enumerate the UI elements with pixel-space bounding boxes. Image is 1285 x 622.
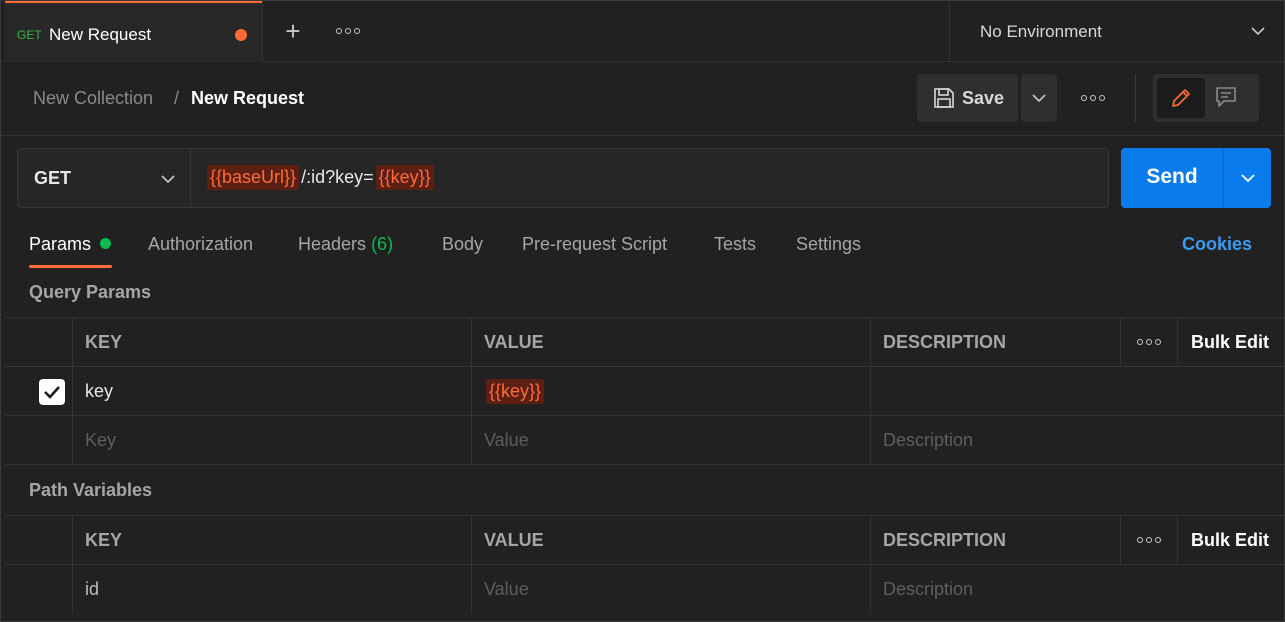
column-value: VALUE bbox=[471, 318, 871, 367]
breadcrumb-collection[interactable]: New Collection bbox=[33, 88, 153, 109]
header-divider bbox=[1135, 74, 1136, 122]
new-param-value-field[interactable]: Value bbox=[471, 416, 871, 465]
tab-headers-label: Headers bbox=[298, 234, 367, 254]
send-options-button[interactable] bbox=[1223, 148, 1271, 208]
placeholder-description: Description bbox=[883, 579, 974, 599]
param-value-variable: {{key}} bbox=[486, 379, 545, 404]
param-value-cell[interactable]: {{key}} bbox=[471, 367, 871, 416]
column-key-label: KEY bbox=[85, 332, 123, 352]
chevron-down-icon bbox=[1251, 27, 1265, 36]
url-variable[interactable]: {{baseUrl}} bbox=[207, 165, 300, 190]
method-label: GET bbox=[34, 168, 72, 188]
method-select[interactable]: GET bbox=[18, 149, 191, 207]
table-header-row: KEY VALUE DESCRIPTION Bulk Edit bbox=[5, 317, 1284, 367]
edit-mode-button[interactable] bbox=[1157, 78, 1205, 118]
environment-label: No Environment bbox=[980, 22, 1102, 41]
url-input[interactable]: {{baseUrl}} /:id?key= {{key}} bbox=[207, 165, 434, 190]
tab-method-label: GET bbox=[17, 28, 42, 42]
tab-settings[interactable]: Settings bbox=[796, 234, 861, 255]
url-bar: GET {{baseUrl}} /:id?key= {{key}} bbox=[17, 148, 1109, 208]
placeholder-key: Key bbox=[85, 430, 117, 450]
column-description: DESCRIPTION bbox=[870, 516, 1121, 565]
plus-icon[interactable]: + bbox=[281, 17, 305, 45]
path-var-description-field[interactable]: Description bbox=[870, 565, 1284, 614]
chevron-down-icon bbox=[1241, 174, 1255, 183]
path-var-key: id bbox=[85, 579, 100, 599]
params-status-dot-icon bbox=[100, 238, 111, 249]
path-var-key-cell: id bbox=[72, 565, 472, 614]
active-tab-indicator bbox=[29, 265, 112, 268]
send-label: Send bbox=[1146, 165, 1198, 188]
floppy-disk-icon bbox=[934, 88, 954, 108]
mode-toggle bbox=[1153, 74, 1259, 122]
column-key: KEY bbox=[72, 516, 472, 565]
param-key-cell[interactable]: key bbox=[72, 367, 472, 416]
new-param-key-field[interactable]: Key bbox=[72, 416, 472, 465]
headers-count-badge: (6) bbox=[371, 234, 394, 254]
column-description: DESCRIPTION bbox=[870, 318, 1121, 367]
pencil-icon bbox=[1172, 89, 1190, 107]
checkmark-icon bbox=[44, 386, 60, 399]
breadcrumb-current[interactable]: New Request bbox=[191, 88, 304, 109]
comment-icon[interactable] bbox=[1215, 86, 1237, 108]
query-params-title: Query Params bbox=[29, 282, 152, 302]
column-description-label: DESCRIPTION bbox=[883, 332, 1007, 352]
placeholder-description: Description bbox=[883, 430, 974, 450]
url-path: /:id?key= bbox=[301, 167, 374, 187]
table-header-row: KEY VALUE DESCRIPTION Bulk Edit bbox=[5, 515, 1284, 565]
param-key: key bbox=[85, 381, 114, 401]
save-options-button[interactable] bbox=[1021, 74, 1057, 122]
tab-headers[interactable]: Headers (6) bbox=[298, 234, 393, 255]
chevron-down-icon bbox=[1032, 94, 1046, 103]
send-button[interactable]: Send bbox=[1121, 148, 1223, 208]
new-param-description-field[interactable]: Description bbox=[870, 416, 1284, 465]
tab-divider bbox=[262, 1, 263, 62]
tab-title: New Request bbox=[49, 25, 152, 44]
column-key: KEY bbox=[72, 318, 472, 367]
app-window: GET New Request + No Environment New Col… bbox=[0, 0, 1285, 622]
param-enabled-checkbox[interactable] bbox=[39, 379, 65, 405]
path-var-value-field[interactable]: Value bbox=[471, 565, 871, 614]
table-bottom-border bbox=[5, 464, 1284, 465]
path-variables-title: Path Variables bbox=[29, 480, 153, 500]
request-tab[interactable]: GET New Request bbox=[5, 1, 262, 62]
table-row: id Value Description bbox=[5, 564, 1284, 614]
tab-bar: GET New Request + No Environment bbox=[1, 1, 1284, 62]
request-subtabs: Params Authorization Headers (6) Body Pr… bbox=[1, 221, 1284, 269]
tab-pre-request-script[interactable]: Pre-request Script bbox=[522, 234, 667, 255]
unsaved-dot-icon[interactable] bbox=[235, 29, 247, 41]
chevron-down-icon bbox=[161, 175, 175, 184]
table-row: Key Value Description bbox=[5, 415, 1284, 465]
more-horizontal-icon[interactable] bbox=[1135, 533, 1163, 547]
placeholder-value: Value bbox=[484, 430, 529, 450]
column-value-label: VALUE bbox=[484, 530, 544, 550]
tab-tests[interactable]: Tests bbox=[714, 234, 756, 255]
table-row: key {{key}} bbox=[5, 366, 1284, 416]
tab-params[interactable]: Params bbox=[29, 234, 91, 255]
column-value: VALUE bbox=[471, 516, 871, 565]
tab-body[interactable]: Body bbox=[442, 234, 483, 255]
tab-authorization[interactable]: Authorization bbox=[148, 234, 253, 255]
placeholder-value: Value bbox=[484, 579, 529, 599]
save-label: Save bbox=[962, 88, 1005, 108]
cookies-link[interactable]: Cookies bbox=[1182, 234, 1252, 255]
param-description-cell[interactable] bbox=[870, 367, 1284, 416]
save-button[interactable]: Save bbox=[917, 74, 1018, 122]
bulk-edit-button[interactable]: Bulk Edit bbox=[1191, 332, 1269, 353]
more-horizontal-icon[interactable] bbox=[1135, 335, 1163, 349]
url-variable[interactable]: {{key}} bbox=[375, 165, 434, 190]
more-horizontal-icon[interactable] bbox=[1079, 90, 1107, 106]
column-value-label: VALUE bbox=[484, 332, 544, 352]
column-description-label: DESCRIPTION bbox=[883, 530, 1007, 550]
breadcrumb-separator: / bbox=[174, 88, 180, 108]
more-horizontal-icon[interactable] bbox=[334, 23, 362, 39]
bulk-edit-button[interactable]: Bulk Edit bbox=[1191, 530, 1269, 551]
environment-selector[interactable]: No Environment bbox=[949, 1, 1284, 62]
column-key-label: KEY bbox=[85, 530, 123, 550]
request-header: New Collection / New Request Save bbox=[1, 62, 1284, 136]
